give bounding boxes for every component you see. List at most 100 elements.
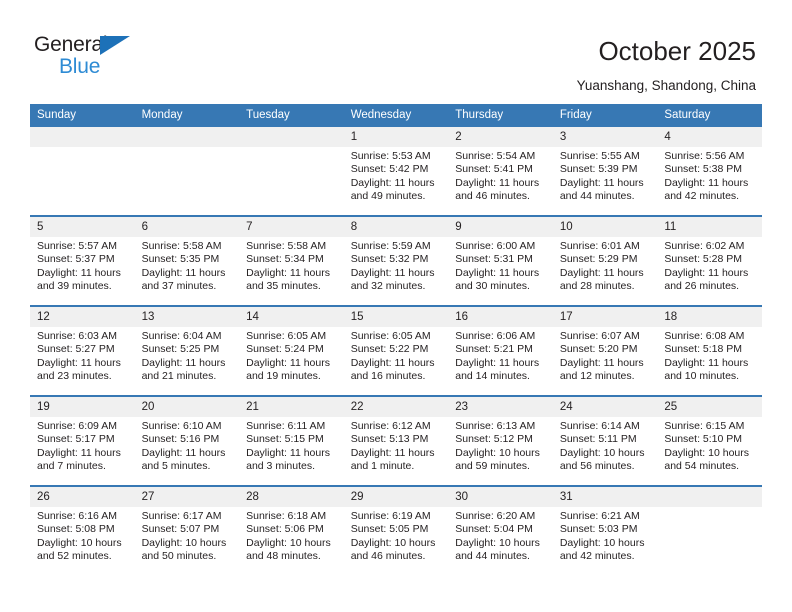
daylight-duration-line1: Daylight: 11 hours xyxy=(350,176,435,189)
weekday-header-saturday: Saturday xyxy=(657,104,762,127)
day-details: Sunrise: 5:59 AM Sunset: 5:32 PM Daylight:… xyxy=(344,237,449,294)
generalblue-logo[interactable]: General Blue xyxy=(34,33,194,81)
day-details: Sunrise: 6:09 AM Sunset: 5:17 PM Daylight:… xyxy=(30,417,135,474)
logo-text-general: General xyxy=(34,33,108,56)
day-cell-inner: 17 Sunrise: 6:07 AM Sunset: 5:20 PM Dayligh… xyxy=(552,307,658,395)
calendar-day-cell[interactable]: 17 Sunrise: 6:07 AM Sunset: 5:20 PM Dayligh… xyxy=(552,305,658,396)
daylight-duration-line1: Daylight: 10 hours xyxy=(141,536,227,549)
daylight-duration-line1: Daylight: 11 hours xyxy=(559,176,644,189)
day-cell-inner: 13 Sunrise: 6:04 AM Sunset: 5:25 PM Dayligh… xyxy=(134,307,240,395)
day-number: 22 xyxy=(343,397,449,417)
daylight-duration-line1: Daylight: 11 hours xyxy=(246,446,330,459)
calendar-day-cell[interactable]: 15 Sunrise: 6:05 AM Sunset: 5:22 PM Dayligh… xyxy=(343,305,449,396)
day-cell-inner: 14 Sunrise: 6:05 AM Sunset: 5:24 PM Dayligh… xyxy=(239,307,344,395)
daylight-duration-line2: and 21 minutes. xyxy=(141,370,217,383)
weekday-header-friday: Friday xyxy=(552,104,658,127)
sunrise-time: Sunrise: 6:21 AM xyxy=(559,510,640,522)
daylight-duration-line2: and 46 minutes. xyxy=(350,550,426,563)
day-number: 10 xyxy=(552,217,658,237)
day-cell-inner: 31 Sunrise: 6:21 AM Sunset: 5:03 PM Dayligh… xyxy=(552,487,658,575)
daylight-duration-line1: Daylight: 11 hours xyxy=(141,446,226,459)
sunset-time: Sunset: 5:11 PM xyxy=(559,433,637,446)
calendar-day-cell[interactable]: 16 Sunrise: 6:06 AM Sunset: 5:21 PM Dayligh… xyxy=(448,305,553,396)
sunrise-sunset-calendar-table: Sunday Monday Tuesday Wednesday Thursday… xyxy=(30,104,762,575)
calendar-day-cell[interactable]: 14 Sunrise: 6:05 AM Sunset: 5:24 PM Dayligh… xyxy=(239,305,344,396)
sunrise-time: Sunrise: 6:02 AM xyxy=(664,240,745,252)
day-number: 6 xyxy=(134,217,240,237)
calendar-day-cell[interactable]: 28 Sunrise: 6:18 AM Sunset: 5:06 PM Dayligh… xyxy=(239,485,344,575)
sunset-time: Sunset: 5:32 PM xyxy=(350,253,429,266)
day-details: Sunrise: 6:08 AM Sunset: 5:18 PM Daylight:… xyxy=(657,327,762,384)
calendar-day-cell[interactable]: 3 Sunrise: 5:55 AM Sunset: 5:39 PM Daylight… xyxy=(552,127,658,216)
calendar-day-cell[interactable]: 2 Sunrise: 5:54 AM Sunset: 5:41 PM Daylight… xyxy=(448,127,553,216)
sunrise-time: Sunrise: 6:11 AM xyxy=(246,420,326,432)
day-cell-inner xyxy=(239,127,344,215)
daylight-duration-line1: Daylight: 11 hours xyxy=(246,356,330,369)
calendar-day-cell[interactable]: 30 Sunrise: 6:20 AM Sunset: 5:04 PM Dayligh… xyxy=(448,485,553,575)
day-details: Sunrise: 6:10 AM Sunset: 5:16 PM Daylight:… xyxy=(135,417,240,474)
calendar-day-cell[interactable]: 25 Sunrise: 6:15 AM Sunset: 5:10 PM Dayligh… xyxy=(657,395,762,486)
day-details: Sunrise: 6:05 AM Sunset: 5:24 PM Daylight:… xyxy=(239,327,344,384)
sunrise-time: Sunrise: 6:17 AM xyxy=(141,510,222,522)
calendar-day-cell[interactable]: 11 Sunrise: 6:02 AM Sunset: 5:28 PM Dayligh… xyxy=(657,215,762,306)
calendar-day-cell[interactable]: 20 Sunrise: 6:10 AM Sunset: 5:16 PM Dayligh… xyxy=(134,395,240,486)
calendar-day-cell[interactable]: 23 Sunrise: 6:13 AM Sunset: 5:12 PM Dayligh… xyxy=(448,395,553,486)
day-cell-inner: 10 Sunrise: 6:01 AM Sunset: 5:29 PM Dayligh… xyxy=(552,217,658,305)
calendar-day-cell[interactable]: 21 Sunrise: 6:11 AM Sunset: 5:15 PM Dayligh… xyxy=(239,395,344,486)
daylight-duration-line2: and 42 minutes. xyxy=(664,190,740,203)
calendar-day-cell[interactable]: 18 Sunrise: 6:08 AM Sunset: 5:18 PM Dayligh… xyxy=(657,305,762,396)
sunrise-time: Sunrise: 6:14 AM xyxy=(559,420,640,432)
day-details: Sunrise: 5:53 AM Sunset: 5:42 PM Daylight:… xyxy=(344,147,449,204)
sunset-time: Sunset: 5:16 PM xyxy=(141,433,220,446)
calendar-day-cell[interactable]: 27 Sunrise: 6:17 AM Sunset: 5:07 PM Dayligh… xyxy=(134,485,240,575)
sunset-time: Sunset: 5:34 PM xyxy=(246,253,324,266)
calendar-day-cell[interactable]: 26 Sunrise: 6:16 AM Sunset: 5:08 PM Dayligh… xyxy=(30,485,135,575)
calendar-day-cell-empty xyxy=(239,127,344,216)
day-number: 5 xyxy=(30,217,135,237)
sunset-time: Sunset: 5:04 PM xyxy=(455,523,533,536)
day-cell-inner: 28 Sunrise: 6:18 AM Sunset: 5:06 PM Dayligh… xyxy=(239,487,344,575)
calendar-day-cell[interactable]: 29 Sunrise: 6:19 AM Sunset: 5:05 PM Dayligh… xyxy=(343,485,449,575)
page-subtitle-location: Yuanshang, Shandong, China xyxy=(576,78,756,93)
calendar-day-cell[interactable]: 5 Sunrise: 5:57 AM Sunset: 5:37 PM Daylight… xyxy=(30,215,135,306)
sunrise-time: Sunrise: 6:18 AM xyxy=(246,510,327,522)
day-number: 27 xyxy=(134,487,240,507)
daylight-duration-line2: and 46 minutes. xyxy=(455,190,530,203)
daylight-duration-line1: Daylight: 11 hours xyxy=(141,356,226,369)
day-number: 3 xyxy=(552,127,658,147)
day-cell-inner xyxy=(30,127,135,215)
day-number: 2 xyxy=(448,127,553,147)
calendar-day-cell[interactable]: 7 Sunrise: 5:58 AM Sunset: 5:34 PM Daylight… xyxy=(239,215,344,306)
day-cell-inner: 12 Sunrise: 6:03 AM Sunset: 5:27 PM Dayligh… xyxy=(30,307,135,395)
day-details: Sunrise: 5:55 AM Sunset: 5:39 PM Daylight:… xyxy=(553,147,658,204)
day-details: Sunrise: 6:19 AM Sunset: 5:05 PM Daylight:… xyxy=(344,507,449,564)
logo-text-blue: Blue xyxy=(59,55,101,78)
daylight-duration-line2: and 35 minutes. xyxy=(246,280,321,293)
calendar-day-cell[interactable]: 13 Sunrise: 6:04 AM Sunset: 5:25 PM Dayligh… xyxy=(134,305,240,396)
daylight-duration-line2: and 3 minutes. xyxy=(246,460,316,473)
calendar-day-cell[interactable]: 24 Sunrise: 6:14 AM Sunset: 5:11 PM Dayligh… xyxy=(552,395,658,486)
calendar-day-cell[interactable]: 10 Sunrise: 6:01 AM Sunset: 5:29 PM Dayligh… xyxy=(552,215,658,306)
sunrise-time: Sunrise: 6:15 AM xyxy=(664,420,745,432)
daylight-duration-line1: Daylight: 11 hours xyxy=(664,176,749,189)
day-details: Sunrise: 6:16 AM Sunset: 5:08 PM Daylight:… xyxy=(30,507,135,564)
calendar-day-cell[interactable]: 9 Sunrise: 6:00 AM Sunset: 5:31 PM Daylight… xyxy=(448,215,553,306)
calendar-day-cell[interactable]: 19 Sunrise: 6:09 AM Sunset: 5:17 PM Dayligh… xyxy=(30,395,135,486)
calendar-day-cell[interactable]: 8 Sunrise: 5:59 AM Sunset: 5:32 PM Daylight… xyxy=(343,215,449,306)
daylight-duration-line1: Daylight: 11 hours xyxy=(455,356,540,369)
calendar-day-cell[interactable]: 6 Sunrise: 5:58 AM Sunset: 5:35 PM Daylight… xyxy=(134,215,240,306)
sunrise-time: Sunrise: 6:05 AM xyxy=(350,330,431,342)
day-number xyxy=(657,487,762,507)
sunrise-time: Sunrise: 5:53 AM xyxy=(350,150,431,162)
calendar-day-cell[interactable]: 12 Sunrise: 6:03 AM Sunset: 5:27 PM Dayligh… xyxy=(30,305,135,396)
daylight-duration-line1: Daylight: 11 hours xyxy=(455,176,540,189)
sunrise-time: Sunrise: 5:55 AM xyxy=(559,150,640,162)
calendar-day-cell[interactable]: 1 Sunrise: 5:53 AM Sunset: 5:42 PM Daylight… xyxy=(343,127,449,216)
sunrise-time: Sunrise: 5:58 AM xyxy=(246,240,327,252)
calendar-day-cell[interactable]: 22 Sunrise: 6:12 AM Sunset: 5:13 PM Dayligh… xyxy=(343,395,449,486)
calendar-day-cell[interactable]: 4 Sunrise: 5:56 AM Sunset: 5:38 PM Daylight… xyxy=(657,127,762,216)
daylight-duration-line2: and 12 minutes. xyxy=(559,370,635,383)
day-cell-inner: 27 Sunrise: 6:17 AM Sunset: 5:07 PM Dayligh… xyxy=(134,487,240,575)
calendar-day-cell[interactable]: 31 Sunrise: 6:21 AM Sunset: 5:03 PM Dayligh… xyxy=(552,485,658,575)
sunrise-time: Sunrise: 6:07 AM xyxy=(559,330,640,342)
